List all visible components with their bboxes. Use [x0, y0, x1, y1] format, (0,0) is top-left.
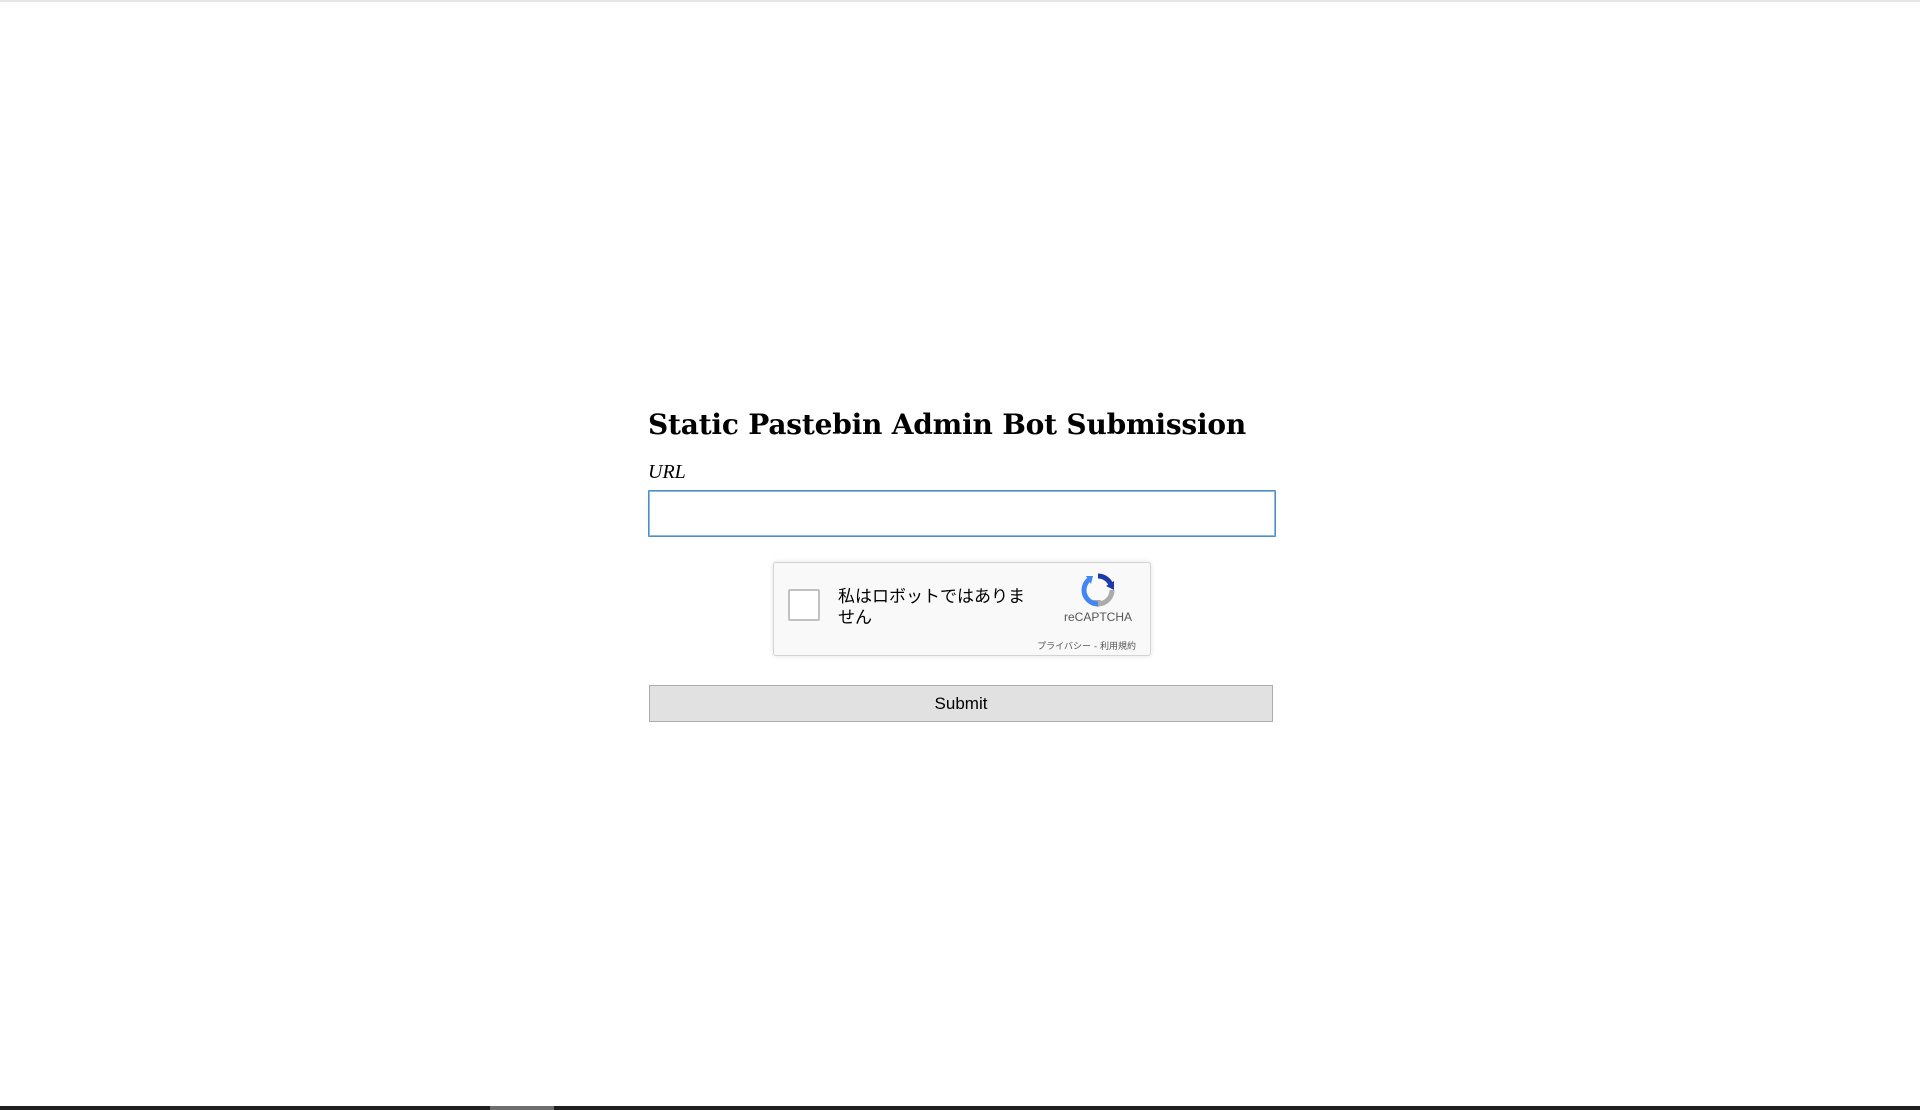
recaptcha-checkbox-label: 私はロボットではありません	[838, 587, 1025, 628]
recaptcha-privacy-link[interactable]: プライバシー	[1037, 642, 1091, 652]
browser-top-border	[0, 0, 1920, 2]
submit-button[interactable]: Submit	[649, 685, 1273, 722]
recaptcha-links-separator: -	[1091, 642, 1100, 652]
recaptcha-brand: reCAPTCHA	[1063, 610, 1132, 624]
page-title: Static Pastebin Admin Bot Submission	[648, 408, 1247, 441]
submission-form: URL 私はロボットではありません reCAPTCHA プライバシー - 利用規…	[648, 460, 1276, 722]
recaptcha-logo-icon	[1081, 573, 1115, 607]
taskbar-edge	[0, 1106, 1920, 1110]
recaptcha-terms-link[interactable]: 利用規約	[1100, 642, 1136, 652]
recaptcha-widget: 私はロボットではありません reCAPTCHA プライバシー - 利用規約	[773, 562, 1151, 656]
recaptcha-links: プライバシー - 利用規約	[1037, 639, 1136, 652]
url-input[interactable]	[648, 490, 1276, 537]
taskbar-highlight	[490, 1106, 554, 1110]
recaptcha-checkbox[interactable]	[788, 589, 820, 621]
submission-form-container: Static Pastebin Admin Bot Submission URL…	[648, 406, 1276, 722]
url-label: URL	[648, 461, 686, 483]
recaptcha-logo: reCAPTCHA	[1058, 573, 1138, 624]
